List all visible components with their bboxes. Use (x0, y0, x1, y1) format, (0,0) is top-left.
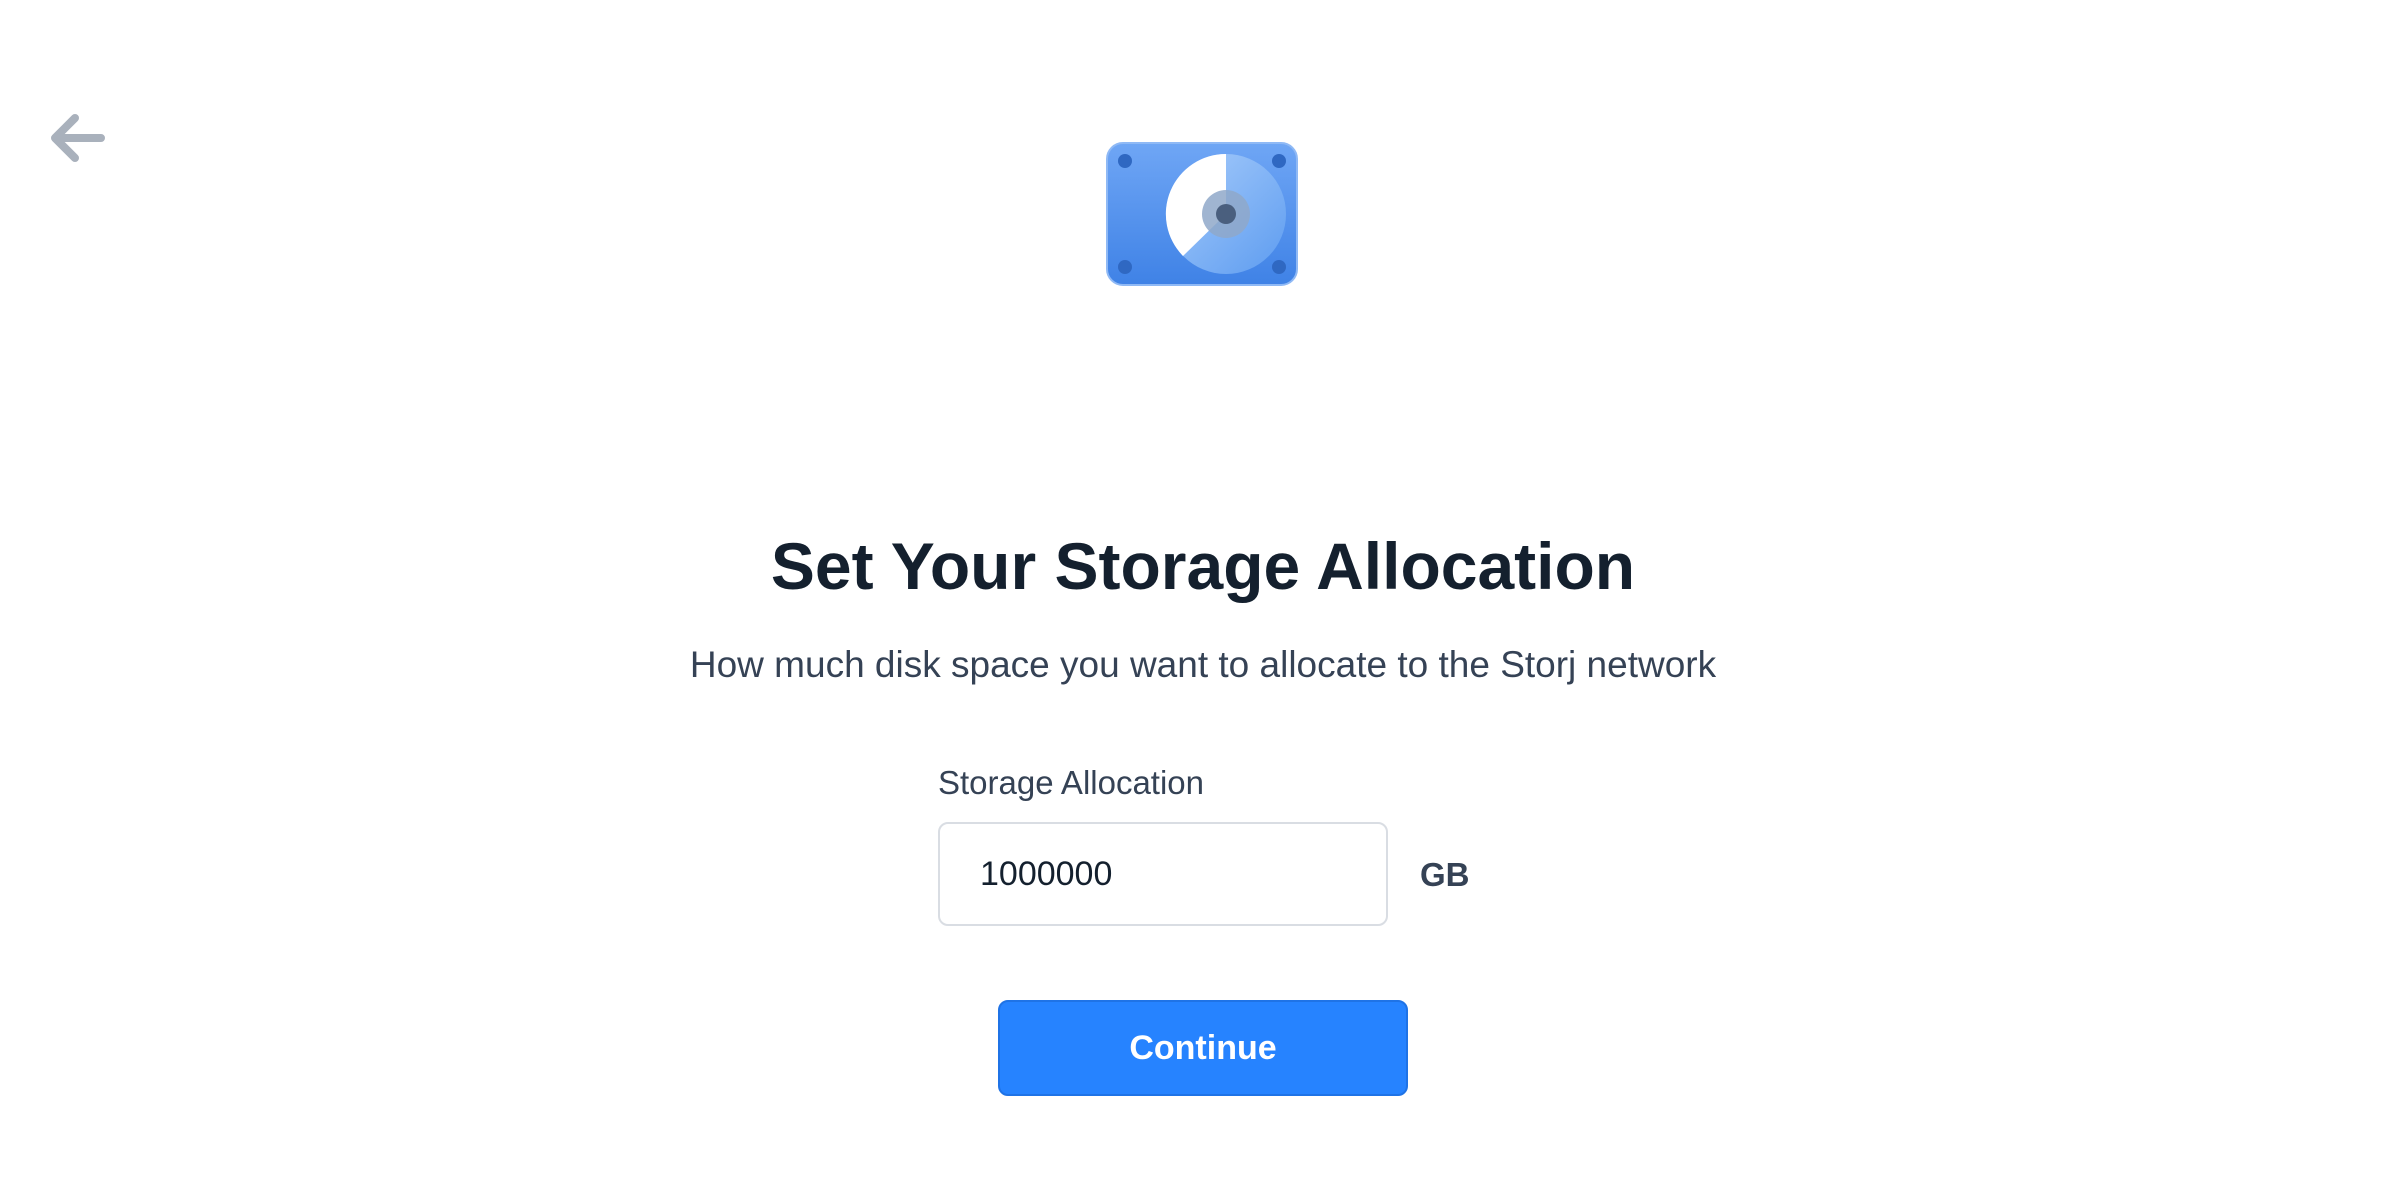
arrow-left-icon (51, 114, 105, 162)
storage-allocation-page: Set Your Storage Allocation How much dis… (0, 0, 2406, 1190)
hard-drive-icon (1106, 142, 1298, 286)
page-subtitle: How much disk space you want to allocate… (689, 644, 1717, 685)
storage-allocation-input[interactable] (938, 822, 1388, 926)
continue-button[interactable]: Continue (998, 1000, 1408, 1096)
page-title: Set Your Storage Allocation (770, 529, 1636, 603)
unit-label: GB (1420, 856, 1470, 893)
storage-allocation-label: Storage Allocation (938, 764, 1205, 801)
back-button[interactable] (38, 96, 118, 176)
